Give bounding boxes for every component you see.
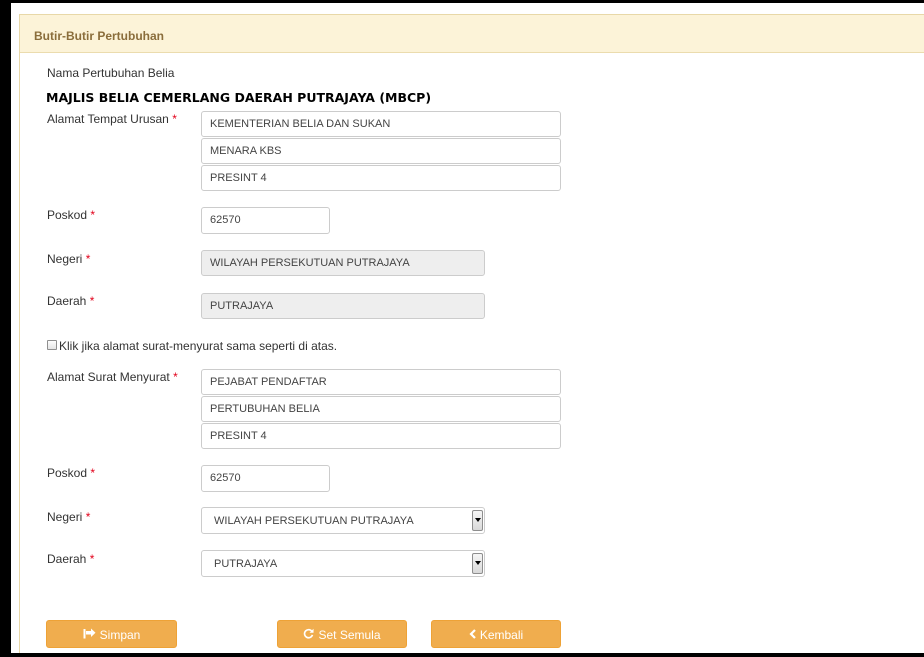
reset-button[interactable]: Set Semula [277,620,407,648]
dropdown-arrow-icon[interactable] [472,510,483,531]
required-mark: * [90,208,96,222]
required-mark: * [85,252,91,266]
share-square-icon [83,622,96,648]
mailing-district-select[interactable]: PUTRAJAYA [201,550,485,577]
required-mark: * [172,112,177,126]
required-mark: * [89,294,95,308]
panel-title: Butir-Butir Pertubuhan [34,29,164,43]
same-address-checkbox-label[interactable]: Klik jika alamat surat-menyurat sama sep… [59,339,337,353]
mailing-address-line1-input[interactable]: PEJABAT PENDAFTAR [201,369,561,395]
chevron-left-icon [469,622,476,648]
mailing-address-label: Alamat Surat Menyurat * [47,370,178,384]
organization-name: MAJLIS BELIA CEMERLANG DAERAH PUTRAJAYA … [46,90,432,105]
required-mark: * [90,466,96,480]
required-mark: * [173,370,178,384]
business-address-line1-input[interactable]: KEMENTERIAN BELIA DAN SUKAN [201,111,561,137]
mailing-state-selected-value: WILAYAH PERSEKUTUAN PUTRAJAYA [214,515,414,527]
business-address-line3-input[interactable]: PRESINT 4 [201,165,561,191]
panel-header: Butir-Butir Pertubuhan [20,15,924,53]
window-frame-bottom [0,653,924,657]
business-address-line2-input[interactable]: MENARA KBS [201,138,561,164]
business-postcode-input[interactable]: 62570 [201,207,330,234]
refresh-icon [303,622,315,648]
dropdown-arrow-icon[interactable] [472,553,483,574]
organization-name-label: Nama Pertubuhan Belia [47,66,175,80]
business-state-label: Negeri * [47,252,91,266]
mailing-postcode-input[interactable]: 62570 [201,465,330,492]
business-address-label: Alamat Tempat Urusan * [47,112,177,126]
mailing-address-line2-input[interactable]: PERTUBUHAN BELIA [201,396,561,422]
required-mark: * [89,552,95,566]
save-button[interactable]: Simpan [46,620,177,648]
window-frame-left [0,0,11,657]
mailing-state-label: Negeri * [47,510,91,524]
business-postcode-label: Poskod * [47,208,96,222]
required-mark: * [85,510,91,524]
mailing-state-select[interactable]: WILAYAH PERSEKUTUAN PUTRAJAYA [201,507,485,534]
mailing-address-line3-input[interactable]: PRESINT 4 [201,423,561,449]
business-state-field: WILAYAH PERSEKUTUAN PUTRAJAYA [201,250,485,276]
mailing-postcode-label: Poskod * [47,466,96,480]
back-button[interactable]: Kembali [431,620,561,648]
same-address-checkbox[interactable] [47,340,57,350]
business-district-field: PUTRAJAYA [201,293,485,319]
mailing-district-selected-value: PUTRAJAYA [214,558,278,570]
window-frame-top [0,0,924,3]
mailing-district-label: Daerah * [47,552,95,566]
business-district-label: Daerah * [47,294,95,308]
